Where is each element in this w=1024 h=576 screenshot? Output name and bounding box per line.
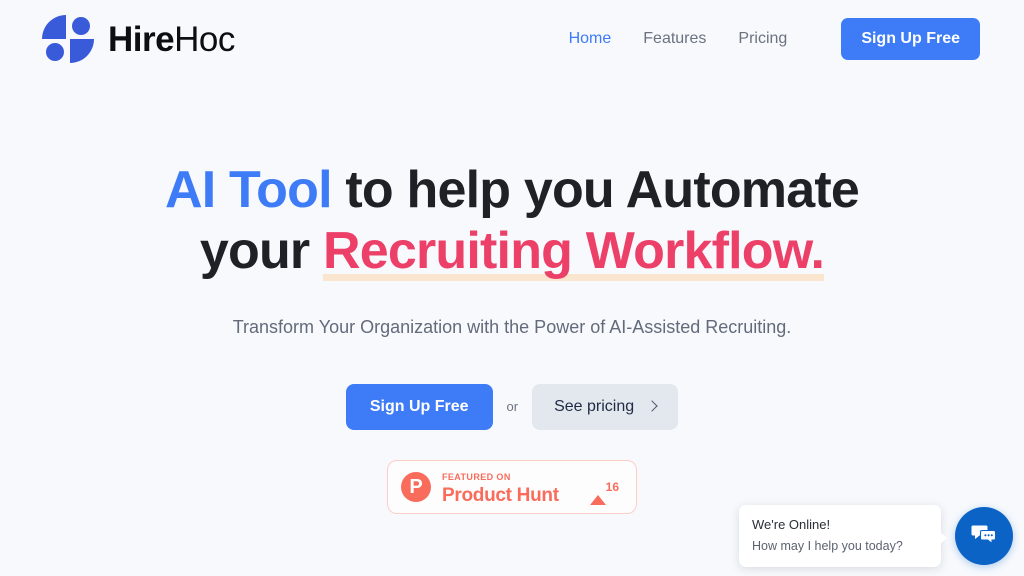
product-hunt-logo-icon: P	[401, 471, 431, 502]
nav-link-home[interactable]: Home	[569, 30, 612, 48]
chat-status-title: We're Online!	[752, 517, 831, 532]
product-hunt-name: Product Hunt	[442, 484, 559, 506]
site-header: HireHoc Home Features Pricing Sign Up Fr…	[0, 0, 1024, 78]
brand-name: HireHoc	[108, 22, 235, 57]
headline-part-recruiting-workflow: Recruiting Workflow.	[323, 221, 825, 282]
chat-greeting-tooltip: We're Online! How may I help you today?	[739, 505, 947, 568]
brand-name-strong: Hire	[108, 19, 175, 59]
cta-or-label: or	[506, 399, 519, 415]
brand-logo[interactable]: HireHoc	[40, 11, 235, 67]
nav-link-features[interactable]: Features	[643, 30, 706, 48]
hirehoc-circle-quadrants-logo-icon	[40, 11, 96, 67]
page-title: AI Tool to help you Automate your Recrui…	[162, 160, 862, 283]
nav-link-pricing[interactable]: Pricing	[738, 30, 787, 48]
hero-cta-row: Sign Up Free or See pricing	[0, 383, 1024, 430]
see-pricing-label: See pricing	[554, 397, 635, 415]
chevron-right-icon	[646, 400, 658, 413]
brand-name-light: Hoc	[174, 19, 235, 59]
headline-part-ai-tool: AI Tool	[164, 161, 333, 219]
product-hunt-text: FEATURED ON Product Hunt	[442, 467, 590, 507]
hero-subtitle: Transform Your Organization with the Pow…	[232, 316, 792, 337]
chat-bubbles-icon	[969, 519, 999, 554]
main-navigation: Home Features Pricing Sign Up Free	[569, 18, 980, 60]
header-sign-up-free-button[interactable]: Sign Up Free	[841, 18, 980, 60]
product-hunt-featured-label: FEATURED ON	[442, 471, 511, 482]
product-hunt-badge[interactable]: P FEATURED ON Product Hunt 16	[387, 459, 637, 514]
chat-prompt-text: How may I help you today?	[752, 539, 903, 554]
chat-launcher-button[interactable]	[955, 507, 1013, 565]
see-pricing-button[interactable]: See pricing	[532, 383, 679, 430]
upvote-triangle-icon	[589, 477, 606, 505]
product-hunt-upvote[interactable]: 16	[589, 477, 619, 505]
product-hunt-upvote-count: 16	[605, 479, 619, 494]
hero-sign-up-free-button[interactable]: Sign Up Free	[345, 383, 493, 430]
hero-section: AI Tool to help you Automate your Recrui…	[0, 78, 1024, 514]
